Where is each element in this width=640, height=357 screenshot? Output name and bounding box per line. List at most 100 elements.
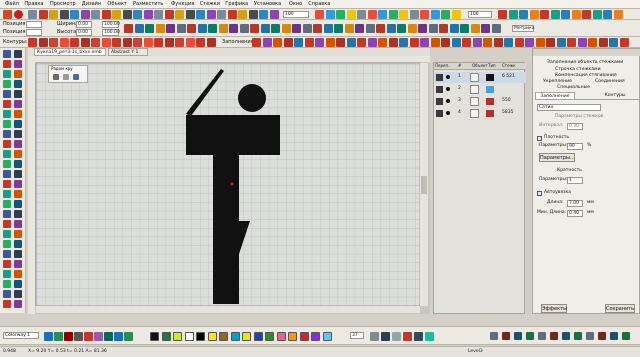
toolbar1c-icon-2[interactable] <box>519 10 528 19</box>
toolbar2-icon-18[interactable] <box>313 24 322 33</box>
contour-type-icon-4[interactable] <box>70 38 79 47</box>
design-icon[interactable] <box>3 10 12 19</box>
toolbox-tool-icon-24[interactable] <box>14 160 22 168</box>
view-tool-icon-3[interactable] <box>526 332 534 340</box>
toolbar2-icon-25[interactable] <box>386 24 396 33</box>
toolbar1-icon-11[interactable] <box>143 10 153 19</box>
toolbox-tool-icon-32[interactable] <box>14 200 22 208</box>
toolbar2-icon-1[interactable] <box>134 24 144 33</box>
toolbar2-icon-7[interactable] <box>197 24 207 33</box>
autosplit-checkbox[interactable] <box>537 191 542 196</box>
toolbox-tool-icon-5[interactable] <box>3 70 11 78</box>
toolbox-tool-icon-49[interactable] <box>3 290 11 298</box>
toolbar1c-icon-4[interactable] <box>540 10 549 19</box>
fill-type-icon-13[interactable] <box>388 38 398 47</box>
toolbar2-icon-34[interactable] <box>481 24 490 33</box>
fill-type-icon-34[interactable] <box>609 38 618 47</box>
bottom-tool-icon-7[interactable] <box>114 332 123 341</box>
toolbox-tool-icon-17[interactable] <box>3 130 11 138</box>
toolbox-tool-icon-25[interactable] <box>3 170 11 178</box>
fill-type-icon-31[interactable] <box>577 38 587 47</box>
toolbar2-icon-3[interactable] <box>155 24 165 33</box>
save-button[interactable]: Сохранить <box>605 304 635 313</box>
toolbar2-icon-16[interactable] <box>292 24 301 33</box>
fill-type-icon-33[interactable] <box>598 38 608 47</box>
toolbar2-icon-6[interactable] <box>187 24 196 33</box>
fill-type-icon-30[interactable] <box>567 38 576 47</box>
fill-type-icon-19[interactable] <box>451 38 461 47</box>
table-row[interactable]: 3 550 <box>434 96 526 107</box>
bottom-right-tool-icon-3[interactable] <box>403 332 412 341</box>
width-percent-input[interactable]: 100.00 <box>102 21 120 28</box>
toolbox-tool-icon-42[interactable] <box>14 250 22 258</box>
toolbar1-icon-12[interactable] <box>154 10 163 19</box>
density-checkbox[interactable] <box>537 136 542 141</box>
toolbox-tool-icon-41[interactable] <box>3 250 11 258</box>
palette-swatch[interactable] <box>253 332 263 341</box>
toolbar2-icon-29[interactable] <box>428 24 438 33</box>
toolbox-tool-icon-46[interactable] <box>14 270 22 278</box>
tab-document-2[interactable]: Abstract Y 1 <box>108 48 148 56</box>
view-tool-icon-11[interactable] <box>622 332 630 340</box>
toolbar2-icon-12[interactable] <box>250 24 259 33</box>
view-tool-icon-4[interactable] <box>538 332 546 340</box>
menu-item-0[interactable]: Файл <box>5 2 19 7</box>
toolbar2-icon-2[interactable] <box>145 24 154 33</box>
toolbar1b-icon-1[interactable] <box>325 10 335 19</box>
toolbar2-icon-35[interactable] <box>491 24 501 33</box>
menu-item-8[interactable]: Графика <box>225 2 248 7</box>
bottom-right-tool-icon-0[interactable] <box>370 332 379 341</box>
toolbox-tool-icon-52[interactable] <box>14 300 22 308</box>
menu-item-11[interactable]: Справка <box>308 2 330 7</box>
overview-window[interactable]: Рядом кру <box>48 65 88 83</box>
contour-type-icon-17[interactable] <box>206 38 216 47</box>
view-tool-icon-1[interactable] <box>502 332 510 340</box>
palette-swatch[interactable] <box>184 332 194 341</box>
fill-type-icon-26[interactable] <box>525 38 534 47</box>
toolbar2-icon-33[interactable] <box>470 24 480 33</box>
pos-x-input[interactable] <box>26 21 42 28</box>
fill-type-icon-28[interactable] <box>546 38 555 47</box>
fill-type-icon-21[interactable] <box>472 38 482 47</box>
toolbox-tool-icon-27[interactable] <box>3 180 11 188</box>
toolbar2-icon-14[interactable] <box>271 24 280 33</box>
fill-type-icon-2[interactable] <box>273 38 282 47</box>
toolbar1c-icon-11[interactable] <box>613 10 623 19</box>
palette-swatch[interactable] <box>299 332 309 341</box>
toolbar2-icon-5[interactable] <box>176 24 186 33</box>
bottom-tool-icon-5[interactable] <box>94 332 103 341</box>
menu-item-2[interactable]: Просмотр <box>50 2 76 7</box>
golfer-figure[interactable] <box>28 56 430 314</box>
toolbar1-icon-19[interactable] <box>227 10 237 19</box>
toolbox-tool-icon-51[interactable] <box>3 300 11 308</box>
view-tool-icon-5[interactable] <box>550 332 558 340</box>
toolbar1-icon-13[interactable] <box>164 10 174 19</box>
palette-swatch[interactable] <box>196 332 205 341</box>
bottom-right-tool-icon-2[interactable] <box>392 332 401 341</box>
units-select[interactable]: Метрика <box>512 25 535 32</box>
menu-item-7[interactable]: Стежки <box>200 2 220 7</box>
toolbox-tool-icon-4[interactable] <box>14 60 22 68</box>
palette-swatch[interactable] <box>276 332 286 341</box>
toolbox-tool-icon-47[interactable] <box>3 280 11 288</box>
toolbar1-icon-14[interactable] <box>175 10 184 19</box>
contour-type-icon-8[interactable] <box>112 38 121 47</box>
bottom-tool-icon-8[interactable] <box>124 332 133 341</box>
toolbar2-icon-23[interactable] <box>365 24 375 33</box>
toolbar1-icon-8[interactable] <box>112 10 121 19</box>
ratio-input[interactable]: 1 <box>567 177 583 184</box>
toolbox-tool-icon-19[interactable] <box>3 140 11 148</box>
toolbar1-icon-17[interactable] <box>206 10 216 19</box>
menu-connectors[interactable]: Соединения <box>595 79 625 85</box>
toolbar1-icon-20[interactable] <box>238 10 247 19</box>
contour-type-icon-15[interactable] <box>185 38 195 47</box>
fill-type-icon-1[interactable] <box>262 38 272 47</box>
toolbox-tool-icon-16[interactable] <box>14 120 22 128</box>
bottom-tool-icon-2[interactable] <box>64 332 73 341</box>
fill-type-icon-24[interactable] <box>504 38 513 47</box>
fill-type-icon-29[interactable] <box>556 38 566 47</box>
toolbar2-icon-20[interactable] <box>334 24 343 33</box>
fill-type-icon-6[interactable] <box>315 38 324 47</box>
toolbox-tool-icon-15[interactable] <box>3 120 11 128</box>
toolbar1b-icon-3[interactable] <box>346 10 356 19</box>
